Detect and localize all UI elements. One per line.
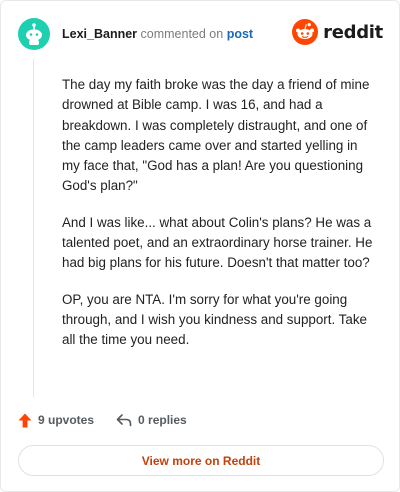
reply-arrow-icon	[116, 414, 132, 427]
upvote-count: 9 upvotes	[38, 413, 95, 427]
reply-stat[interactable]: 0 replies	[116, 413, 187, 427]
user-avatar[interactable]	[18, 18, 50, 50]
reddit-logo-icon	[292, 19, 319, 45]
upvote-arrow-icon	[18, 413, 32, 427]
action-text: commented on	[140, 27, 224, 41]
upvote-stat[interactable]: 9 upvotes	[18, 413, 94, 428]
post-link[interactable]: post	[227, 27, 253, 41]
author-name[interactable]: Lexi_Banner	[62, 27, 137, 41]
comment-header: Lexi_Banner commented on post reddit	[18, 17, 383, 51]
comment-footer: 9 upvotes 0 replies	[18, 409, 187, 431]
reddit-wordmark: reddit	[323, 21, 383, 43]
reply-count: 0 replies	[138, 413, 187, 427]
view-more-button[interactable]: View more on Reddit	[18, 445, 384, 476]
comment-paragraph: And I was like... what about Colin's pla…	[62, 214, 373, 271]
comment-body: The day my faith broke was the day a fri…	[62, 75, 378, 367]
author-line: Lexi_Banner commented on post	[62, 27, 253, 41]
reddit-logo[interactable]: reddit	[292, 19, 383, 45]
avatar-snoo-icon	[26, 23, 42, 45]
comment-paragraph: OP, you are NTA. I'm sorry for what you'…	[62, 291, 367, 348]
thread-line	[33, 59, 34, 397]
comment-paragraph: The day my faith broke was the day a fri…	[62, 77, 370, 194]
embedded-comment-card: Lexi_Banner commented on post reddit The…	[0, 0, 400, 492]
